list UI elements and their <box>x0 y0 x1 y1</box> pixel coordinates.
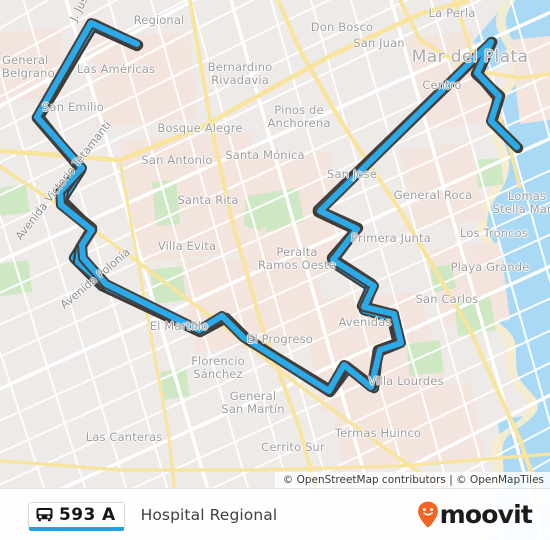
route-badge[interactable]: 593 A <box>28 501 125 531</box>
moovit-pin-smiley-icon <box>417 501 439 528</box>
route-destination-label: Hospital Regional <box>140 505 278 524</box>
moovit-wordmark: moovit <box>439 500 533 529</box>
route-line-final <box>34 20 520 394</box>
moovit-route-map-screen: General Belgrano Regional Las Américas San … <box>0 0 550 540</box>
route-casing-final <box>32 18 522 396</box>
bus-route-593a[interactable] <box>0 0 550 540</box>
route-footer-bar: 593 A Hospital Regional moovit <box>0 488 550 540</box>
route-number-label: 593 A <box>59 504 116 525</box>
map-attribution[interactable]: © OpenStreetMap contributors | © OpenMap… <box>273 472 550 488</box>
moovit-logo[interactable]: moovit <box>417 500 533 529</box>
map-canvas[interactable]: General Belgrano Regional Las Américas San … <box>0 0 550 540</box>
bus-icon <box>36 507 53 522</box>
